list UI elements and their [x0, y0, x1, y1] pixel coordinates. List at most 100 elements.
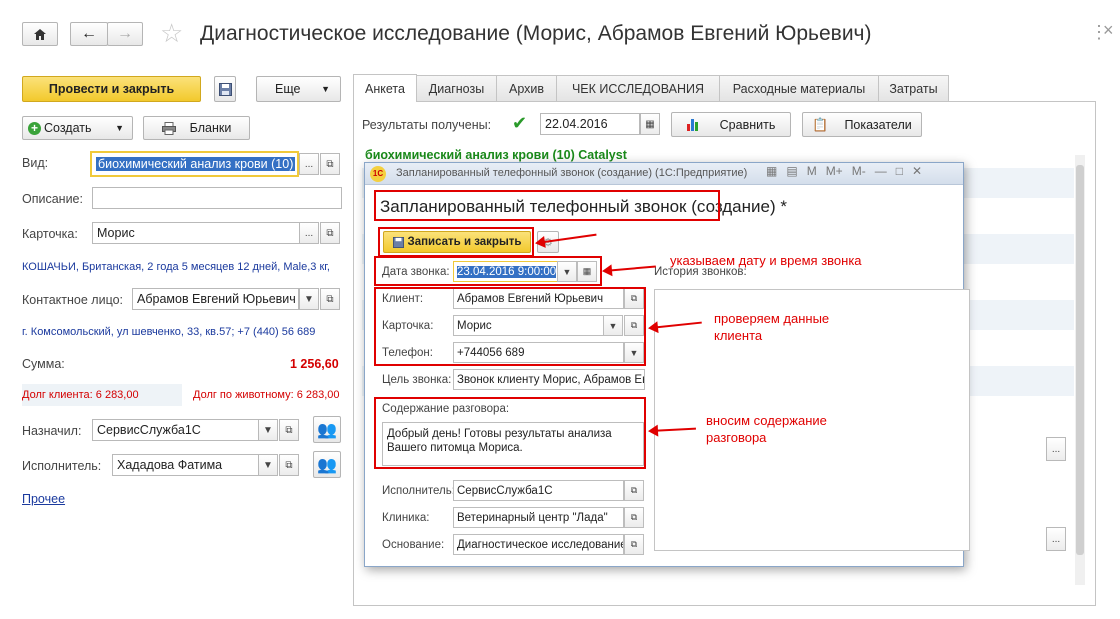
- calculator-icon[interactable]: ▦: [766, 164, 777, 178]
- modal-executor-field[interactable]: СервисСлужба1С: [453, 480, 624, 501]
- goal-field[interactable]: Звонок клиенту Морис, Абрамов Евг: [453, 369, 645, 390]
- highlight-client: [374, 287, 646, 366]
- page-title: Диагностическое исследование (Морис, Абр…: [200, 22, 872, 45]
- card-open-icon[interactable]: ⧉: [320, 222, 340, 244]
- executor-dropdown-button[interactable]: ▼: [258, 454, 278, 476]
- assigned-field[interactable]: СервисСлужба1С: [92, 419, 259, 441]
- executor-label: Исполнитель:: [22, 459, 102, 473]
- vid-label: Вид:: [22, 156, 49, 170]
- create-dropdown-button[interactable]: + Создать ▼: [22, 116, 133, 140]
- assigned-open-icon[interactable]: ⧉: [279, 419, 299, 441]
- arrow-left-icon: ←: [81, 25, 97, 42]
- forms-button[interactable]: Бланки: [143, 116, 250, 140]
- vid-field[interactable]: биохимический анализ крови (10): [90, 151, 299, 177]
- assigned-label: Назначил:: [22, 424, 82, 438]
- minimize-icon[interactable]: —: [875, 164, 887, 178]
- debt-animal-text: Долг по животному: 6 283,00: [193, 389, 340, 401]
- calendar-icon[interactable]: ▤: [786, 164, 797, 178]
- bar-chart-icon: [686, 118, 698, 131]
- document-gear-icon: 📋: [812, 116, 829, 132]
- sum-value: 1 256,60: [290, 357, 339, 371]
- modal-executor-open-icon[interactable]: ⧉: [624, 480, 644, 501]
- tab-costs[interactable]: Затраты: [878, 75, 949, 101]
- basis-open-icon[interactable]: ⧉: [624, 534, 644, 555]
- 1c-logo-icon: 1С: [370, 166, 386, 182]
- clinic-open-icon[interactable]: ⧉: [624, 507, 644, 528]
- executor-field[interactable]: Хададова Фатима: [112, 454, 259, 476]
- favorite-star-icon[interactable]: ☆: [160, 18, 183, 49]
- vid-select-button[interactable]: ...: [299, 153, 319, 175]
- description-label: Описание:: [22, 192, 83, 206]
- executor-open-icon[interactable]: ⧉: [279, 454, 299, 476]
- annotation-content: вносим содержание разговора: [706, 413, 827, 445]
- floppy-disk-icon: [218, 82, 232, 96]
- tab-anketa[interactable]: Анкета: [353, 74, 417, 102]
- contact-field[interactable]: Абрамов Евгений Юрьевич: [132, 288, 299, 310]
- goal-label: Цель звонка:: [382, 374, 452, 386]
- users-icon: 👥: [317, 456, 337, 474]
- table-select-button-1[interactable]: ...: [1046, 437, 1066, 461]
- annotation-date: указываем дату и время звонка: [670, 253, 862, 268]
- highlight-content: [374, 397, 646, 469]
- home-icon: [34, 28, 46, 40]
- highlight-date: [374, 256, 602, 286]
- contact-dropdown-button[interactable]: ▼: [299, 288, 319, 310]
- vid-open-icon[interactable]: ⧉: [320, 153, 340, 175]
- indicators-button[interactable]: 📋 Показатели: [802, 112, 922, 137]
- arrow-right-icon: →: [117, 25, 133, 42]
- pet-info-text: КОШАЧЬИ, Британская, 2 года 5 месяцев 12…: [22, 261, 330, 273]
- results-date-field[interactable]: 22.04.2016: [540, 113, 640, 135]
- compare-button[interactable]: Сравнить: [671, 112, 791, 137]
- highlight-save: [378, 227, 534, 257]
- results-checkbox[interactable]: ✔: [512, 113, 527, 134]
- address-text: г. Комсомольский, ул шевченко, 33, кв.57…: [22, 326, 316, 338]
- modal-title-icons: ▦ ▤ M M+ M- — □ ✕: [766, 164, 922, 178]
- tab-diagnoses[interactable]: Диагнозы: [416, 75, 497, 101]
- description-field[interactable]: [92, 187, 342, 209]
- close-icon[interactable]: ×: [1103, 20, 1114, 41]
- home-button[interactable]: [22, 22, 58, 46]
- more-dropdown-button[interactable]: Еще ▼: [256, 76, 341, 102]
- calendar-button[interactable]: ▦: [640, 113, 660, 135]
- memory-mminus-icon[interactable]: M-: [852, 164, 866, 178]
- assigned-users-button[interactable]: 👥: [313, 416, 341, 443]
- executor-users-button[interactable]: 👥: [313, 451, 341, 478]
- highlight-heading: [374, 190, 720, 221]
- sum-label: Сумма:: [22, 357, 65, 371]
- plus-circle-icon: +: [28, 121, 41, 135]
- scrollbar[interactable]: [1075, 155, 1085, 585]
- basis-field[interactable]: Диагностическое исследование: [453, 534, 624, 555]
- clinic-label: Клиника:: [382, 512, 430, 524]
- results-label: Результаты получены:: [362, 118, 492, 132]
- forward-button[interactable]: →: [107, 22, 143, 46]
- memory-m-icon[interactable]: M: [807, 164, 817, 178]
- section-title: биохимический анализ крови (10) Catalyst: [365, 148, 627, 162]
- other-link[interactable]: Прочее: [22, 492, 65, 506]
- card-label: Карточка:: [22, 227, 78, 241]
- contact-open-icon[interactable]: ⧉: [320, 288, 340, 310]
- modal-close-icon[interactable]: ✕: [912, 164, 922, 178]
- basis-label: Основание:: [382, 539, 445, 551]
- modal-window-title: Запланированный телефонный звонок (созда…: [396, 167, 748, 179]
- save-button[interactable]: [214, 76, 236, 102]
- triangle-down-icon: ▼: [115, 123, 124, 133]
- card-select-button[interactable]: ...: [299, 222, 319, 244]
- clinic-field[interactable]: Ветеринарный центр "Лада": [453, 507, 624, 528]
- modal-executor-label: Исполнитель:: [382, 485, 455, 497]
- back-button[interactable]: ←: [70, 22, 108, 46]
- post-close-button[interactable]: Провести и закрыть: [22, 76, 201, 102]
- contact-label: Контактное лицо:: [22, 293, 124, 307]
- tab-check[interactable]: ЧЕК ИССЛЕДОВАНИЯ: [556, 75, 720, 101]
- maximize-icon[interactable]: □: [896, 164, 903, 178]
- triangle-down-icon: ▼: [321, 84, 330, 94]
- printer-icon: [161, 121, 176, 135]
- table-select-button-2[interactable]: ...: [1046, 527, 1066, 551]
- card-field[interactable]: Морис: [92, 222, 300, 244]
- tab-archive[interactable]: Архив: [496, 75, 557, 101]
- assigned-dropdown-button[interactable]: ▼: [258, 419, 278, 441]
- debt-client-text: Долг клиента: 6 283,00: [22, 389, 139, 401]
- memory-mplus-icon[interactable]: M+: [826, 164, 843, 178]
- users-icon: 👥: [317, 421, 337, 439]
- annotation-client: проверяем данные клиента: [714, 311, 830, 343]
- tab-materials[interactable]: Расходные материалы: [719, 75, 879, 101]
